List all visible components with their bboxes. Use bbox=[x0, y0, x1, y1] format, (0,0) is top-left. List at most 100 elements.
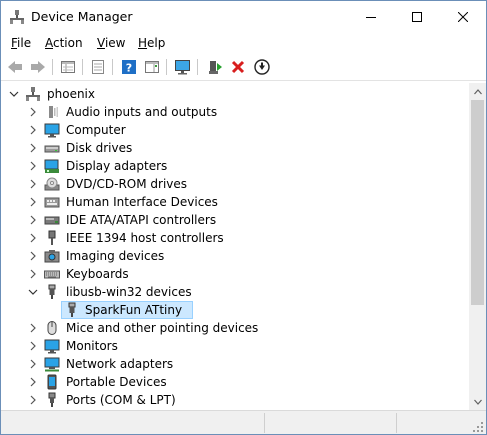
chevron-right-icon[interactable] bbox=[28, 358, 38, 370]
scrollbar-thumb[interactable] bbox=[471, 100, 484, 305]
back-button[interactable] bbox=[5, 57, 25, 77]
tree-item-label: Keyboards bbox=[66, 267, 129, 281]
tree-item-label: Audio inputs and outputs bbox=[66, 105, 218, 119]
tree-item-label: libusb-win32 devices bbox=[66, 285, 192, 299]
tree-item-ide[interactable]: IDE ATA/ATAPI controllers bbox=[2, 211, 468, 229]
resize-grip-icon[interactable] bbox=[472, 421, 484, 433]
disk-drive-icon bbox=[44, 145, 60, 153]
tree-item-label: Display adapters bbox=[66, 159, 168, 173]
tree-item-label: Disk drives bbox=[66, 141, 133, 155]
chevron-right-icon[interactable] bbox=[28, 322, 38, 334]
chevron-right-icon[interactable] bbox=[28, 250, 38, 262]
chevron-right-icon[interactable] bbox=[28, 160, 38, 172]
window-title: Device Manager bbox=[31, 9, 133, 24]
tree-item-label: Mice and other pointing devices bbox=[66, 321, 259, 335]
tree-item-label: IEEE 1394 host controllers bbox=[66, 231, 224, 245]
maximize-button[interactable] bbox=[394, 1, 440, 32]
tree-item-sparkfun-attiny[interactable]: SparkFun ATtiny bbox=[2, 301, 468, 319]
tree-item-audio[interactable]: Audio inputs and outputs bbox=[2, 103, 468, 121]
maximize-icon bbox=[412, 11, 422, 22]
tree-item-label: Imaging devices bbox=[66, 249, 165, 263]
tree-item-ports[interactable]: Ports (COM & LPT) bbox=[2, 391, 468, 408]
chevron-right-icon[interactable] bbox=[28, 178, 38, 190]
display-adapter-icon bbox=[44, 159, 59, 173]
forward-icon bbox=[31, 61, 45, 73]
chevron-right-icon[interactable] bbox=[28, 106, 38, 118]
chevron-right-icon[interactable] bbox=[28, 214, 38, 226]
chevron-right-icon[interactable] bbox=[28, 142, 38, 154]
action-pane-button[interactable] bbox=[142, 57, 162, 77]
menu-help[interactable]: Help bbox=[138, 36, 165, 50]
network-adapter-icon bbox=[44, 357, 60, 372]
action-pane-icon bbox=[145, 61, 159, 73]
show-hide-console-tree-button[interactable] bbox=[58, 57, 78, 77]
tree-item-mice[interactable]: Mice and other pointing devices bbox=[2, 319, 468, 337]
portable-device-icon bbox=[47, 374, 57, 390]
minimize-button[interactable] bbox=[348, 1, 394, 32]
speaker-icon bbox=[49, 106, 58, 118]
properties-icon bbox=[92, 60, 104, 74]
chevron-down-icon[interactable] bbox=[28, 286, 38, 298]
chevron-right-icon[interactable] bbox=[28, 232, 38, 244]
tree-item-label: DVD/CD-ROM drives bbox=[66, 177, 188, 191]
status-bar bbox=[1, 410, 486, 434]
status-pane bbox=[1, 413, 265, 433]
tree-item-ieee1394[interactable]: IEEE 1394 host controllers bbox=[2, 229, 468, 247]
minimize-icon bbox=[366, 16, 376, 18]
menu-file[interactable]: File bbox=[11, 36, 31, 50]
toolbar: ? bbox=[1, 54, 486, 81]
disable-device-button[interactable] bbox=[252, 57, 272, 77]
help-button[interactable]: ? bbox=[119, 57, 139, 77]
tree-item-dvd-drives[interactable]: DVD/CD-ROM drives bbox=[2, 175, 468, 193]
properties-list-icon bbox=[61, 61, 75, 73]
chevron-down-icon bbox=[473, 399, 482, 405]
toolbar-separator bbox=[166, 59, 167, 75]
tree-item-computer[interactable]: Computer bbox=[2, 121, 468, 139]
usb-plug-icon bbox=[48, 284, 56, 299]
menu-action[interactable]: Action bbox=[45, 36, 83, 50]
toolbar-separator bbox=[112, 59, 113, 75]
chevron-right-icon[interactable] bbox=[28, 376, 38, 388]
toolbar-separator bbox=[197, 59, 198, 75]
chevron-right-icon[interactable] bbox=[28, 124, 38, 136]
scroll-down-button[interactable] bbox=[469, 393, 486, 410]
mouse-icon bbox=[47, 321, 57, 335]
tree-item-portable-devices[interactable]: Portable Devices bbox=[2, 373, 468, 391]
chevron-right-icon[interactable] bbox=[28, 340, 38, 352]
chevron-up-icon bbox=[473, 88, 482, 94]
tree-item-libusb[interactable]: libusb-win32 devices bbox=[2, 283, 468, 301]
tree-item-label: Human Interface Devices bbox=[66, 195, 218, 209]
tree-item-monitors[interactable]: Monitors bbox=[2, 337, 468, 355]
vertical-scrollbar[interactable] bbox=[469, 83, 486, 410]
update-driver-button[interactable] bbox=[205, 57, 225, 77]
keyboard-icon bbox=[44, 270, 60, 279]
properties-button[interactable] bbox=[88, 57, 108, 77]
device-tree: phoenix Audio inputs and outputs Compute… bbox=[2, 83, 468, 408]
tree-item-keyboards[interactable]: Keyboards bbox=[2, 265, 468, 283]
hid-icon bbox=[44, 197, 60, 208]
chevron-down-icon[interactable] bbox=[9, 88, 19, 100]
scan-hardware-changes-button[interactable] bbox=[173, 57, 193, 77]
menu-view[interactable]: View bbox=[97, 36, 125, 50]
tree-item-label: Computer bbox=[66, 123, 126, 137]
close-icon bbox=[458, 11, 468, 22]
close-button[interactable] bbox=[440, 1, 486, 32]
tree-root-phoenix[interactable]: phoenix bbox=[2, 85, 468, 103]
toolbar-separator bbox=[82, 59, 83, 75]
uninstall-device-button[interactable] bbox=[228, 57, 248, 77]
ide-controller-icon bbox=[44, 216, 60, 225]
tree-item-imaging[interactable]: Imaging devices bbox=[2, 247, 468, 265]
tree-item-display-adapters[interactable]: Display adapters bbox=[2, 157, 468, 175]
chevron-right-icon[interactable] bbox=[28, 394, 38, 406]
tree-item-label: Network adapters bbox=[66, 357, 174, 371]
chevron-right-icon[interactable] bbox=[28, 196, 38, 208]
tree-item-label: Portable Devices bbox=[66, 375, 167, 389]
tree-item-hid[interactable]: Human Interface Devices bbox=[2, 193, 468, 211]
tree-item-network-adapters[interactable]: Network adapters bbox=[2, 355, 468, 373]
chevron-right-icon[interactable] bbox=[28, 268, 38, 280]
tree-item-disk-drives[interactable]: Disk drives bbox=[2, 139, 468, 157]
forward-button[interactable] bbox=[28, 57, 48, 77]
scroll-up-button[interactable] bbox=[469, 83, 486, 100]
device-manager-icon bbox=[10, 10, 24, 24]
title-bar[interactable]: Device Manager bbox=[1, 1, 486, 32]
